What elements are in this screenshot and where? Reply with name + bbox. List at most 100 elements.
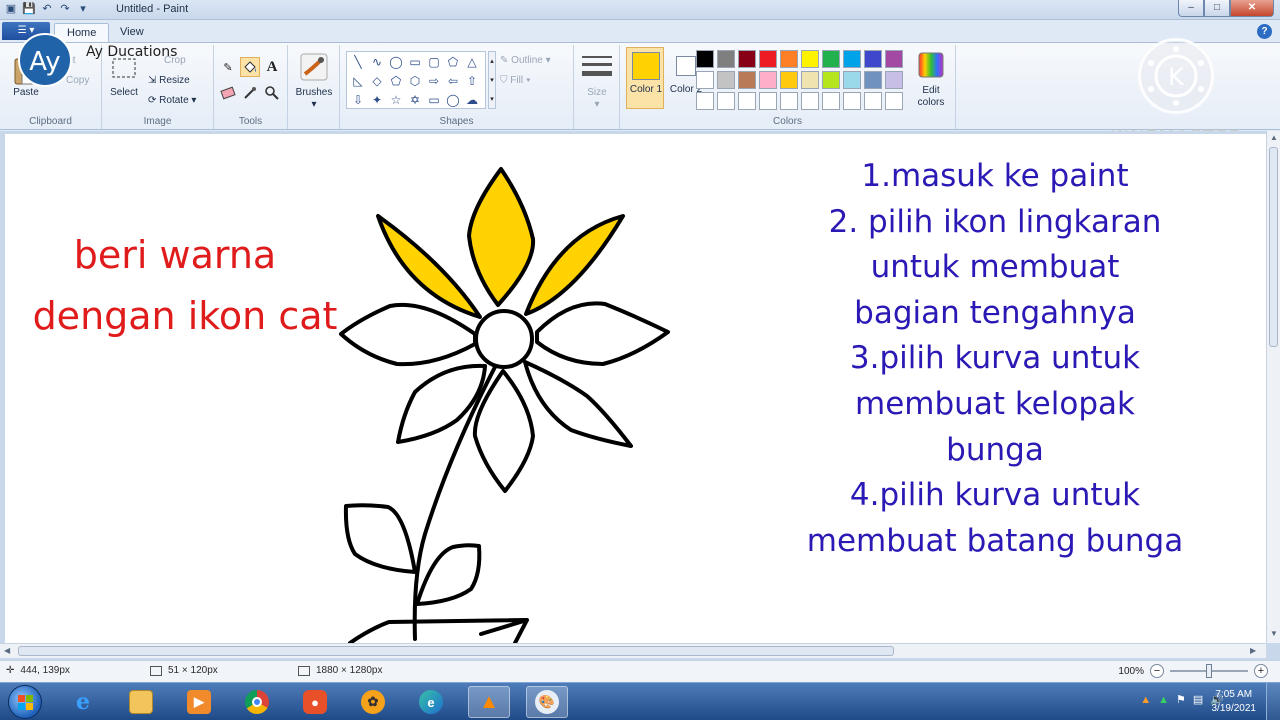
palette-swatch[interactable] bbox=[738, 92, 756, 110]
rotate-button[interactable]: ⟳ Rotate ▾ bbox=[148, 95, 196, 106]
pentagon-shape-icon[interactable]: ⬠ bbox=[387, 72, 405, 90]
show-desktop-button[interactable] bbox=[1266, 683, 1280, 720]
fl-studio-taskbar-icon[interactable]: ✿ bbox=[352, 686, 394, 718]
undo-icon[interactable]: ↶ bbox=[40, 2, 54, 16]
palette-swatch[interactable] bbox=[864, 50, 882, 68]
palette-swatch[interactable] bbox=[822, 92, 840, 110]
palette-swatch[interactable] bbox=[843, 71, 861, 89]
palette-swatch[interactable] bbox=[885, 71, 903, 89]
fill-bucket-icon[interactable] bbox=[240, 57, 260, 77]
curve-shape-icon[interactable]: ∿ bbox=[368, 53, 386, 71]
palette-swatch[interactable] bbox=[717, 71, 735, 89]
right-triangle-shape-icon[interactable]: ◺ bbox=[349, 72, 367, 90]
vertical-scroll-thumb[interactable] bbox=[1269, 147, 1278, 347]
text-tool-icon[interactable]: A bbox=[262, 57, 282, 77]
tray-app-icon[interactable]: ▲ bbox=[1158, 694, 1169, 706]
palette-swatch[interactable] bbox=[801, 50, 819, 68]
minimize-button[interactable]: – bbox=[1178, 0, 1204, 17]
pencil-icon[interactable]: ✎ bbox=[218, 57, 238, 77]
rectangle-shape-icon[interactable]: ▭ bbox=[406, 53, 424, 71]
scroll-right-icon[interactable]: ▶ bbox=[1250, 646, 1256, 655]
palette-swatch[interactable] bbox=[864, 92, 882, 110]
palette-swatch[interactable] bbox=[696, 71, 714, 89]
palette-swatch[interactable] bbox=[822, 71, 840, 89]
system-clock[interactable]: 7:05 AM 3/19/2021 bbox=[1212, 688, 1257, 716]
select-button[interactable]: Select bbox=[106, 87, 142, 98]
palette-swatch[interactable] bbox=[843, 50, 861, 68]
line-shape-icon[interactable]: ╲ bbox=[349, 53, 367, 71]
palette-swatch[interactable] bbox=[738, 71, 756, 89]
magnifier-icon[interactable] bbox=[262, 83, 282, 103]
size-icon[interactable] bbox=[581, 53, 613, 81]
color1-button[interactable]: Color 1 bbox=[626, 47, 664, 109]
palette-swatch[interactable] bbox=[822, 50, 840, 68]
edit-colors-icon[interactable] bbox=[916, 51, 946, 79]
palette-swatch[interactable] bbox=[780, 71, 798, 89]
callout-shape-icon[interactable]: ▭ bbox=[425, 91, 443, 109]
right-arrow-shape-icon[interactable]: ⇨ bbox=[425, 72, 443, 90]
palette-swatch[interactable] bbox=[780, 50, 798, 68]
horizontal-scroll-thumb[interactable] bbox=[18, 646, 894, 656]
four-point-star-shape-icon[interactable]: ✦ bbox=[368, 91, 386, 109]
oval-callout-shape-icon[interactable]: ◯ bbox=[444, 91, 462, 109]
palette-swatch[interactable] bbox=[780, 92, 798, 110]
close-button[interactable]: ✕ bbox=[1230, 0, 1274, 17]
triangle-shape-icon[interactable]: △ bbox=[463, 53, 481, 71]
scroll-up-icon[interactable]: ▲ bbox=[1270, 133, 1278, 142]
flag-icon[interactable]: ⚑ bbox=[1176, 693, 1186, 706]
horizontal-scrollbar[interactable]: ◀ ▶ bbox=[0, 643, 1266, 658]
palette-swatch[interactable] bbox=[696, 50, 714, 68]
left-arrow-shape-icon[interactable]: ⇦ bbox=[444, 72, 462, 90]
network-icon[interactable]: ▤ bbox=[1193, 693, 1203, 706]
help-icon[interactable]: ? bbox=[1257, 24, 1272, 39]
six-point-star-shape-icon[interactable]: ✡ bbox=[406, 91, 424, 109]
palette-swatch[interactable] bbox=[801, 71, 819, 89]
up-arrow-shape-icon[interactable]: ⇧ bbox=[463, 72, 481, 90]
maximize-button[interactable]: □ bbox=[1204, 0, 1230, 17]
down-arrow-shape-icon[interactable]: ⇩ bbox=[349, 91, 367, 109]
paste-label[interactable]: Paste bbox=[8, 87, 44, 98]
customize-icon[interactable]: ▾ bbox=[76, 2, 90, 16]
eraser-icon[interactable] bbox=[218, 83, 238, 103]
size-button[interactable]: Size bbox=[576, 87, 618, 98]
media-player-taskbar-icon[interactable]: ▶ bbox=[178, 686, 220, 718]
edit-colors-button[interactable]: Edit colors bbox=[908, 85, 954, 109]
paint-app-icon[interactable]: ▣ bbox=[4, 2, 18, 16]
start-button[interactable] bbox=[8, 685, 42, 719]
tab-view[interactable]: View bbox=[108, 23, 156, 42]
hexagon-shape-icon[interactable]: ⬡ bbox=[406, 72, 424, 90]
scroll-down-icon[interactable]: ▼ bbox=[1270, 629, 1278, 638]
palette-swatch[interactable] bbox=[717, 50, 735, 68]
palette-swatch[interactable] bbox=[759, 50, 777, 68]
palette-swatch[interactable] bbox=[885, 92, 903, 110]
palette-swatch[interactable] bbox=[759, 71, 777, 89]
palette-swatch[interactable] bbox=[801, 92, 819, 110]
tray-vlc-icon[interactable]: ▲ bbox=[1140, 694, 1151, 706]
size-dropdown-icon[interactable]: ▾ bbox=[576, 99, 618, 110]
palette-swatch[interactable] bbox=[738, 50, 756, 68]
fill-button[interactable]: ⛉ Fill ▾ bbox=[500, 75, 531, 86]
palette-swatch[interactable] bbox=[864, 71, 882, 89]
zoom-slider-knob[interactable] bbox=[1206, 664, 1212, 678]
scroll-left-icon[interactable]: ◀ bbox=[4, 646, 10, 655]
brushes-icon[interactable] bbox=[298, 51, 330, 83]
palette-swatch[interactable] bbox=[696, 92, 714, 110]
paint-taskbar-icon[interactable]: 🎨 bbox=[526, 686, 568, 718]
zoom-out-button[interactable]: − bbox=[1150, 664, 1164, 678]
brushes-button[interactable]: Brushes bbox=[290, 87, 338, 98]
screen-recorder-taskbar-icon[interactable]: ● bbox=[294, 686, 336, 718]
vertical-scrollbar[interactable]: ▲ ▼ bbox=[1266, 131, 1280, 643]
save-icon[interactable]: 💾 bbox=[22, 2, 36, 16]
palette-swatch[interactable] bbox=[843, 92, 861, 110]
five-point-star-shape-icon[interactable]: ☆ bbox=[387, 91, 405, 109]
palette-swatch[interactable] bbox=[759, 92, 777, 110]
resize-button[interactable]: ⇲ Resize bbox=[148, 75, 190, 86]
diamond-shape-icon[interactable]: ◇ bbox=[368, 72, 386, 90]
file-explorer-taskbar-icon[interactable] bbox=[120, 686, 162, 718]
zoom-in-button[interactable]: + bbox=[1254, 664, 1268, 678]
cloud-callout-shape-icon[interactable]: ☁ bbox=[463, 91, 481, 109]
copy-button[interactable]: Copy bbox=[66, 75, 89, 86]
redo-icon[interactable]: ↷ bbox=[58, 2, 72, 16]
drawing-canvas[interactable]: beri warna dengan ikon cat 1.masuk ke pa… bbox=[5, 134, 1266, 643]
vlc-taskbar-icon[interactable]: ▲ bbox=[468, 686, 510, 718]
